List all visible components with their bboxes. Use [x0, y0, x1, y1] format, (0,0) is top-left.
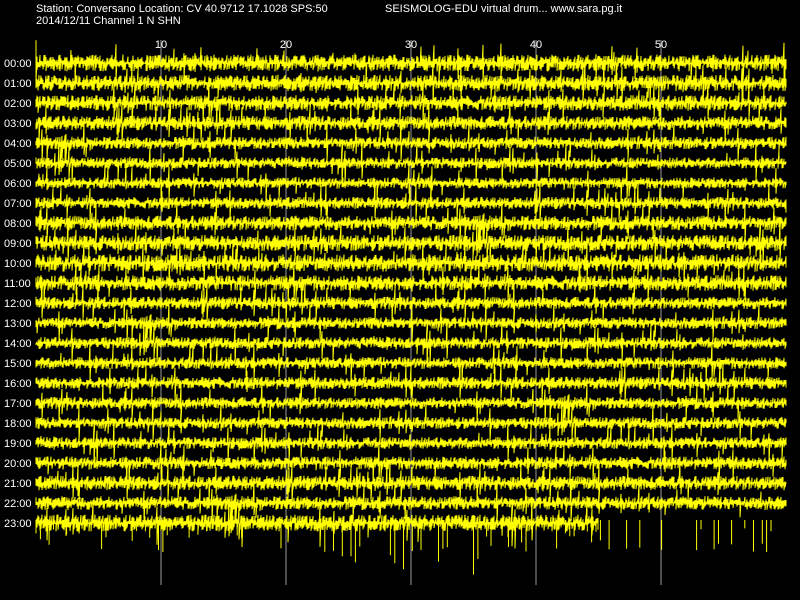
hour-label: 18:00 — [4, 418, 32, 430]
hour-label: 19:00 — [4, 438, 32, 450]
hour-label: 16:00 — [4, 378, 32, 390]
x-tick-label: 30 — [405, 39, 417, 51]
x-tick-label: 20 — [280, 39, 292, 51]
hour-label: 03:00 — [4, 118, 32, 130]
x-tick-label: 50 — [655, 39, 667, 51]
hour-label: 17:00 — [4, 398, 32, 410]
hour-label: 06:00 — [4, 178, 32, 190]
hour-label: 08:00 — [4, 218, 32, 230]
hour-label: 07:00 — [4, 198, 32, 210]
seismograph-drum-view: Station: Conversano Location: CV 40.9712… — [0, 0, 800, 600]
hour-label: 21:00 — [4, 478, 32, 490]
hour-label: 00:00 — [4, 58, 32, 70]
hour-label: 22:00 — [4, 498, 32, 510]
hour-label: 01:00 — [4, 78, 32, 90]
hour-label: 11:00 — [4, 278, 31, 290]
hour-label: 09:00 — [4, 238, 32, 250]
seismogram-plot: 10 20 30 40 50 00:00 01:00 02:00 03:00 04:00 05:00… — [4, 39, 787, 585]
hour-label: 14:00 — [4, 338, 32, 350]
hour-label: 04:00 — [4, 138, 32, 150]
hour-label: 02:00 — [4, 98, 32, 110]
hour-label: 05:00 — [4, 158, 32, 170]
hour-label: 20:00 — [4, 458, 32, 470]
hour-label: 13:00 — [4, 318, 32, 330]
hour-label: 10:00 — [4, 258, 32, 270]
x-tick-label: 40 — [530, 39, 542, 51]
hour-label: 12:00 — [4, 298, 32, 310]
x-tick-label: 10 — [155, 39, 167, 51]
hour-label: 23:00 — [4, 518, 32, 530]
hour-label: 15:00 — [4, 358, 32, 370]
